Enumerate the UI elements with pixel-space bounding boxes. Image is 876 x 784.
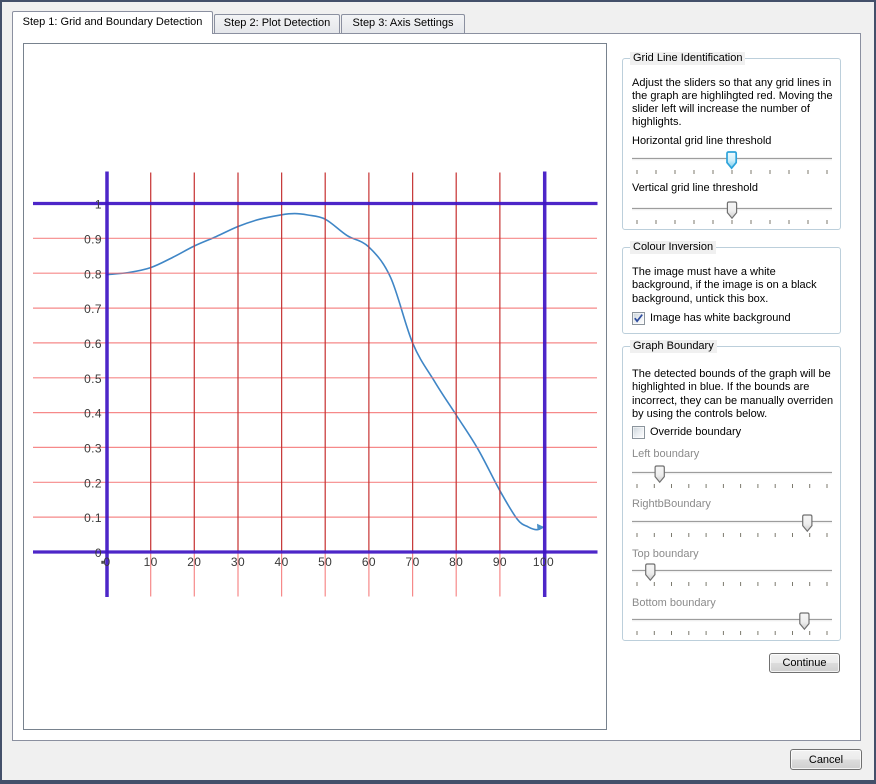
svg-text:0.9: 0.9 bbox=[84, 232, 102, 246]
svg-text:80: 80 bbox=[449, 555, 463, 569]
svg-text:0.5: 0.5 bbox=[84, 372, 102, 386]
svg-text:1: 1 bbox=[95, 198, 102, 212]
svg-text:20: 20 bbox=[187, 555, 201, 569]
svg-text:0: 0 bbox=[103, 555, 110, 569]
svg-text:30: 30 bbox=[231, 555, 245, 569]
svg-text:0.7: 0.7 bbox=[84, 302, 102, 316]
svg-text:0.8: 0.8 bbox=[84, 267, 102, 281]
svg-text:0: 0 bbox=[95, 546, 102, 560]
svg-text:40: 40 bbox=[275, 555, 289, 569]
svg-text:0.4: 0.4 bbox=[84, 407, 102, 421]
svg-text:0.6: 0.6 bbox=[84, 337, 102, 351]
svg-text:60: 60 bbox=[362, 555, 376, 569]
svg-text:10: 10 bbox=[144, 555, 158, 569]
svg-text:0.3: 0.3 bbox=[84, 442, 102, 456]
svg-text:100: 100 bbox=[533, 555, 554, 569]
svg-text:50: 50 bbox=[318, 555, 332, 569]
svg-text:0.1: 0.1 bbox=[84, 511, 102, 525]
svg-text:0.2: 0.2 bbox=[84, 476, 102, 490]
svg-text:70: 70 bbox=[406, 555, 420, 569]
svg-text:90: 90 bbox=[493, 555, 507, 569]
